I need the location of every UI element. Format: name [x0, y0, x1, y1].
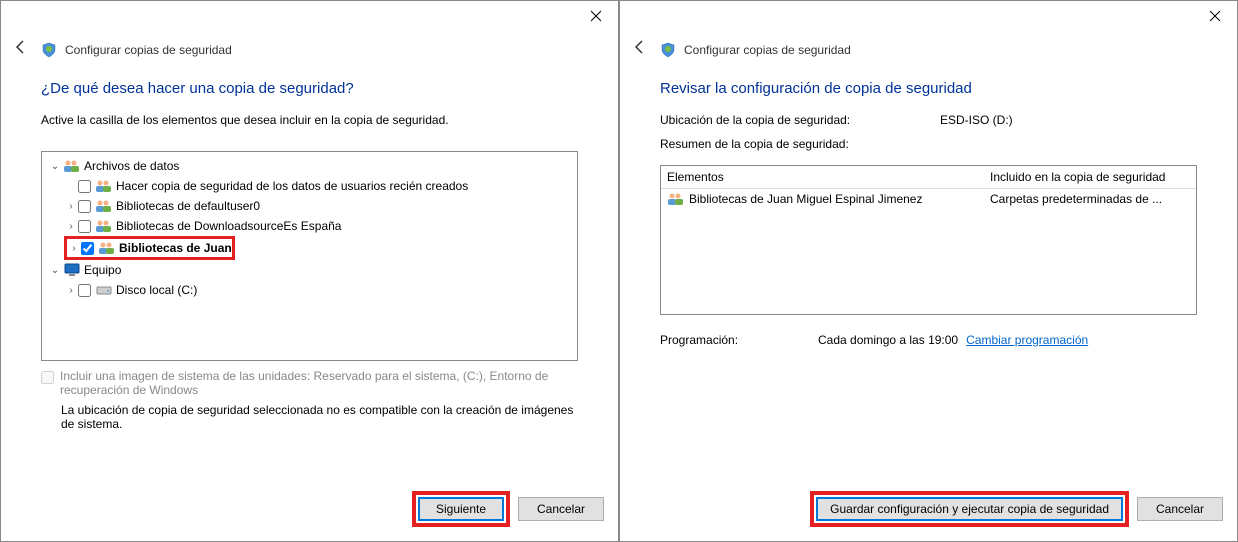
- dialog-content: ¿De qué desea hacer una copia de segurid…: [1, 60, 618, 481]
- warning-text: La ubicación de copia de seguridad selec…: [61, 403, 578, 431]
- collapse-icon[interactable]: ⌄: [48, 265, 62, 276]
- save-and-run-button[interactable]: Guardar configuración y ejecutar copia d…: [816, 497, 1123, 521]
- highlighted-item: › Bibliotecas de Juan: [64, 236, 235, 260]
- users-icon: [94, 219, 114, 233]
- tree-label: Hacer copia de seguridad de los datos de…: [114, 179, 468, 193]
- system-image-label: Incluir una imagen de sistema de las uni…: [60, 369, 560, 397]
- expand-icon[interactable]: ›: [64, 285, 78, 296]
- shield-icon: [660, 42, 676, 58]
- items-tree[interactable]: ⌄ Archivos de datos Hacer copia de segur…: [41, 151, 578, 361]
- cancel-button[interactable]: Cancelar: [518, 497, 604, 521]
- highlighted-save-button: Guardar configuración y ejecutar copia d…: [810, 491, 1129, 527]
- header-title: Configurar copias de seguridad: [684, 43, 851, 57]
- tree-node-disk-c[interactable]: › Disco local (C:): [44, 280, 575, 300]
- button-row: Guardar configuración y ejecutar copia d…: [620, 481, 1237, 541]
- summary-list[interactable]: Elementos Incluido en la copia de seguri…: [660, 165, 1197, 315]
- list-header: Elementos Incluido en la copia de seguri…: [661, 166, 1196, 189]
- cancel-button[interactable]: Cancelar: [1137, 497, 1223, 521]
- dialog-header: Configurar copias de seguridad: [1, 31, 618, 60]
- button-row: Siguiente Cancelar: [1, 481, 618, 541]
- instruction-text: Active la casilla de los elementos que d…: [41, 113, 578, 127]
- highlighted-next-button: Siguiente: [412, 491, 510, 527]
- tree-label: Bibliotecas de DownloadsourceEs España: [114, 219, 341, 233]
- summary-label: Resumen de la copia de seguridad:: [660, 137, 849, 151]
- checkbox[interactable]: [78, 180, 91, 193]
- tree-node-archivos[interactable]: ⌄ Archivos de datos: [44, 156, 575, 176]
- page-title: Revisar la configuración de copia de seg…: [660, 80, 1197, 97]
- expand-icon[interactable]: ›: [64, 221, 78, 232]
- tree-label: Equipo: [82, 263, 121, 277]
- expand-icon[interactable]: ›: [67, 243, 81, 254]
- users-icon: [94, 199, 114, 213]
- shield-icon: [41, 42, 57, 58]
- titlebar: [1, 1, 618, 31]
- list-item-value: Carpetas predeterminadas de ...: [990, 192, 1190, 206]
- list-item[interactable]: Bibliotecas de Juan Miguel Espinal Jimen…: [661, 189, 1196, 209]
- schedule-row: Programación: Cada domingo a las 19:00 C…: [660, 333, 1197, 347]
- tree-node-new-users[interactable]: Hacer copia de seguridad de los datos de…: [44, 176, 575, 196]
- checkbox[interactable]: [78, 220, 91, 233]
- users-icon: [97, 241, 117, 255]
- schedule-value: Cada domingo a las 19:00: [818, 333, 958, 347]
- dialog-header: Configurar copias de seguridad: [620, 31, 1237, 60]
- schedule-label: Programación:: [660, 333, 810, 347]
- pc-icon: [62, 263, 82, 277]
- location-row: Ubicación de la copia de seguridad: ESD-…: [660, 113, 1197, 127]
- next-button[interactable]: Siguiente: [418, 497, 504, 521]
- col-elements: Elementos: [667, 170, 990, 184]
- back-arrow-icon[interactable]: [632, 39, 652, 60]
- tree-node-equipo[interactable]: ⌄ Equipo: [44, 260, 575, 280]
- close-button[interactable]: [1192, 1, 1237, 31]
- tree-label: Disco local (C:): [114, 283, 197, 297]
- close-button[interactable]: [573, 1, 618, 31]
- users-icon: [667, 192, 685, 206]
- tree-node-downloadsource[interactable]: › Bibliotecas de DownloadsourceEs España: [44, 216, 575, 236]
- change-schedule-link[interactable]: Cambiar programación: [966, 333, 1088, 347]
- collapse-icon[interactable]: ⌄: [48, 161, 62, 172]
- checkbox[interactable]: [78, 200, 91, 213]
- list-item-name: Bibliotecas de Juan Miguel Espinal Jimen…: [689, 192, 922, 206]
- summary-label-row: Resumen de la copia de seguridad:: [660, 137, 1197, 151]
- page-title: ¿De qué desea hacer una copia de segurid…: [41, 80, 578, 97]
- checkbox[interactable]: [78, 284, 91, 297]
- backup-review-dialog: Configurar copias de seguridad Revisar l…: [619, 0, 1238, 542]
- expand-icon[interactable]: ›: [64, 201, 78, 212]
- titlebar: [620, 1, 1237, 31]
- drive-icon: [94, 284, 114, 296]
- system-image-checkbox: [41, 371, 54, 384]
- tree-label: Bibliotecas de Juan: [117, 241, 232, 255]
- checkbox[interactable]: [81, 242, 94, 255]
- col-included: Incluido en la copia de seguridad: [990, 170, 1190, 184]
- tree-node-juan[interactable]: › Bibliotecas de Juan: [67, 238, 232, 258]
- location-label: Ubicación de la copia de seguridad:: [660, 113, 940, 127]
- users-icon: [62, 159, 82, 173]
- back-arrow-icon[interactable]: [13, 39, 33, 60]
- header-title: Configurar copias de seguridad: [65, 43, 232, 57]
- tree-label: Bibliotecas de defaultuser0: [114, 199, 260, 213]
- users-icon: [94, 179, 114, 193]
- system-image-checkbox-row: Incluir una imagen de sistema de las uni…: [41, 369, 578, 397]
- location-value: ESD-ISO (D:): [940, 113, 1013, 127]
- backup-select-dialog: Configurar copias de seguridad ¿De qué d…: [0, 0, 619, 542]
- dialog-content: Revisar la configuración de copia de seg…: [620, 60, 1237, 481]
- tree-label: Archivos de datos: [82, 159, 179, 173]
- tree-node-defaultuser0[interactable]: › Bibliotecas de defaultuser0: [44, 196, 575, 216]
